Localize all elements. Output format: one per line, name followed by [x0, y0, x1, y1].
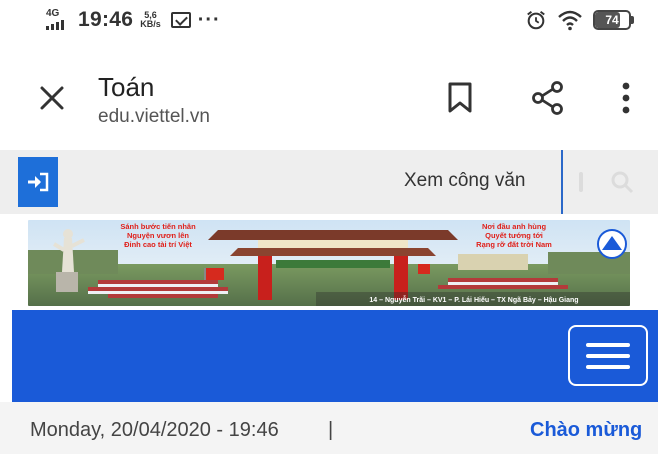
menu-bar-icon [586, 353, 630, 358]
website-content: Xem công văn Sánh bước tiến nhân Nguyện … [0, 150, 658, 454]
view-documents-link[interactable]: Xem công văn [404, 170, 525, 192]
login-button[interactable] [18, 157, 58, 207]
date-bar: Monday, 20/04/2020 - 19:46 | Chào mừng [0, 402, 658, 454]
battery-icon: 74 [593, 10, 634, 30]
menu-bar-icon [586, 342, 630, 347]
banner-slogan-right-2: Quyết tướng tới [485, 231, 543, 240]
more-notifications: ··· [197, 8, 221, 31]
share-icon [532, 81, 563, 115]
page-title: Toán [98, 72, 155, 102]
wifi-icon [558, 10, 582, 31]
status-left: 4G 19:46 5,6 KB/s ··· [46, 8, 221, 32]
speed-unit: KB/s [140, 19, 161, 29]
banner-slogan-left-2: Nguyện vươn lên [127, 231, 189, 240]
search-icon[interactable] [610, 170, 634, 194]
banner-slogan-left-1: Sánh bước tiến nhân [120, 222, 196, 231]
top-bar-tools [578, 164, 658, 200]
banner-slogan-right-3: Rạng rỡ đất trời Nam [476, 240, 552, 249]
banner-slogan-left-3: Đỉnh cao tài trí Việt [124, 240, 192, 249]
alarm-icon [527, 10, 545, 30]
more-vertical-icon [622, 82, 630, 114]
date-separator: | [328, 419, 334, 441]
sign-in-icon [28, 172, 49, 192]
network-speed: 5,6 KB/s [140, 11, 161, 29]
share-button[interactable] [528, 78, 568, 118]
top-bar-divider [561, 150, 563, 214]
status-right: 74 [525, 9, 634, 31]
site-navbar [12, 310, 658, 402]
network-type: 4G [46, 8, 60, 19]
hamburger-menu-button[interactable] [568, 325, 648, 386]
close-button[interactable] [34, 80, 70, 116]
status-time: 19:46 [78, 8, 134, 31]
bookmark-icon [448, 82, 472, 113]
more-options-button[interactable] [606, 78, 646, 118]
signal-icon: 4G [46, 8, 74, 32]
welcome-ticker: Chào mừng [530, 419, 643, 441]
site-top-bar: Xem công văn [0, 150, 658, 214]
browser-toolbar: Toán edu.viettel.vn [0, 44, 658, 150]
page-info: Toán edu.viettel.vn [98, 72, 210, 128]
banner-slogan-right-1: Nơi đầu anh hùng [482, 222, 546, 231]
menu-bar-icon [586, 364, 630, 369]
status-bar: 4G 19:46 5,6 KB/s ··· 74 [0, 0, 658, 44]
battery-level: 74 [605, 13, 619, 27]
close-icon [40, 86, 64, 110]
current-date: Monday, 20/04/2020 - 19:46 [30, 419, 279, 441]
school-banner: Sánh bước tiến nhân Nguyện vươn lên Đỉnh… [28, 220, 630, 306]
banner-address: 14 – Nguyễn Trãi – KV1 – P. Lái Hiếu – T… [369, 295, 578, 304]
bookmark-button[interactable] [440, 78, 480, 118]
message-notification-icon [170, 12, 191, 28]
page-url: edu.viettel.vn [98, 106, 210, 127]
banner-image: Sánh bước tiến nhân Nguyện vươn lên Đỉnh… [28, 220, 630, 306]
user-icon[interactable] [578, 170, 584, 194]
